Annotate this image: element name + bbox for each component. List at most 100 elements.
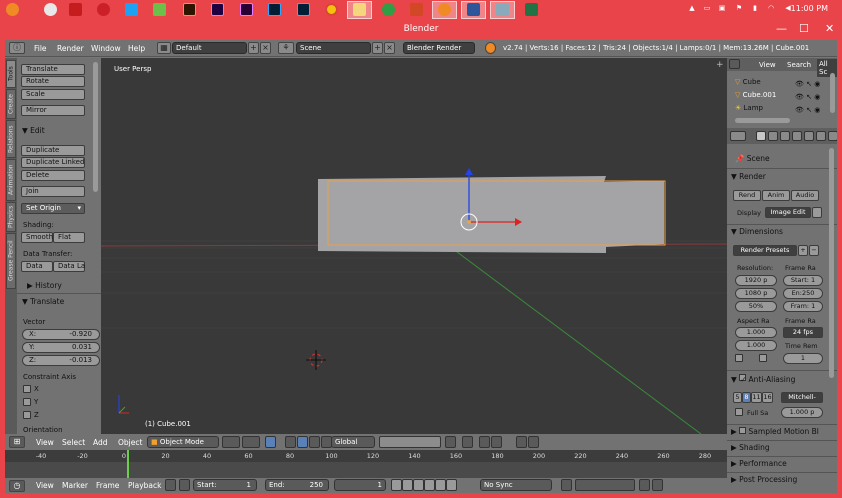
chrome-small-icon[interactable] xyxy=(44,3,57,16)
menu-select[interactable]: Select xyxy=(62,438,85,447)
start-frame-field[interactable]: Start: 1 xyxy=(193,479,257,491)
menu-view[interactable]: View xyxy=(36,438,54,447)
premiere-icon[interactable] xyxy=(240,3,253,16)
outliner-item-cube-001[interactable]: ▽ Cube.001 xyxy=(735,91,776,99)
tab-tools[interactable]: Tools xyxy=(6,60,16,88)
frame-step-field[interactable]: Fram: 1 xyxy=(783,301,823,312)
excel-icon[interactable] xyxy=(525,3,538,16)
photos-icon[interactable] xyxy=(496,3,509,16)
frame-rate-dropdown[interactable]: 24 fps xyxy=(783,327,823,338)
data-layout-button[interactable]: Data La xyxy=(53,261,85,272)
powerpoint-icon[interactable] xyxy=(410,3,423,16)
remove-preset-button[interactable]: − xyxy=(809,245,819,256)
translate-manipulator-icon[interactable] xyxy=(285,436,296,448)
manipulator-toggle-icon[interactable] xyxy=(265,436,276,448)
render-engine-dropdown[interactable]: Blender Render xyxy=(403,42,475,54)
menu-playback[interactable]: Playback xyxy=(128,481,161,490)
outliner-hscrollbar[interactable] xyxy=(735,118,790,123)
resolution-percentage-field[interactable]: 50% xyxy=(735,301,777,312)
border-checkbox[interactable] xyxy=(735,354,743,362)
lock-interface-icon[interactable] xyxy=(812,207,822,218)
minimize-button[interactable]: — xyxy=(776,22,787,35)
layers-grid-icon[interactable] xyxy=(379,436,441,448)
close-button[interactable]: ✕ xyxy=(825,22,834,35)
tab-relations[interactable]: Relations xyxy=(6,120,16,158)
proportional-edit-icon[interactable] xyxy=(462,436,473,448)
scene-icon[interactable]: ⚘ xyxy=(278,42,294,54)
jump-start-icon[interactable] xyxy=(391,479,402,491)
frame-end-field[interactable]: En:250 xyxy=(783,288,823,299)
crop-checkbox[interactable] xyxy=(759,354,767,362)
menu-help[interactable]: Help xyxy=(128,44,145,53)
add-layout-button[interactable]: + xyxy=(248,42,259,54)
vector-z-field[interactable]: Z: -0.013 xyxy=(22,355,100,366)
menu-file[interactable]: File xyxy=(34,44,47,53)
audio-button[interactable]: Audio xyxy=(791,190,819,201)
outliner-scrollbar[interactable] xyxy=(830,73,835,113)
jump-end-icon[interactable] xyxy=(446,479,457,491)
smooth-button[interactable]: Smooth xyxy=(21,232,53,243)
illustrator-icon[interactable] xyxy=(183,3,196,16)
3d-cursor[interactable] xyxy=(306,350,326,370)
animation-button[interactable]: Anim xyxy=(762,190,790,201)
aa-samples-5[interactable]: 5 xyxy=(733,392,742,403)
aspect-x-field[interactable]: 1.000 xyxy=(735,327,777,338)
aa-samples-16[interactable]: 16 xyxy=(762,392,773,403)
acrobat-icon[interactable] xyxy=(69,3,82,16)
orientation-dropdown[interactable]: Global xyxy=(331,436,375,448)
z-arrow-head[interactable] xyxy=(465,168,473,175)
full-sample-checkbox[interactable] xyxy=(735,408,743,416)
motion-blur-checkbox[interactable] xyxy=(739,427,747,434)
rotate-button[interactable]: Rotate xyxy=(21,76,85,87)
layout-icon[interactable]: ▦ xyxy=(157,42,171,54)
render-button[interactable]: Rend xyxy=(733,190,761,201)
layout-field[interactable]: Default xyxy=(172,42,247,54)
tab-grease-pencil[interactable]: Grease Pencil xyxy=(6,233,16,289)
set-origin-dropdown[interactable]: Set Origin ▾ xyxy=(21,203,85,214)
insert-keyframe-icon[interactable] xyxy=(639,479,650,491)
current-frame-field[interactable]: 1 xyxy=(334,479,386,491)
constraint-y-checkbox[interactable] xyxy=(23,398,31,406)
translate-button[interactable]: Translate xyxy=(21,64,85,75)
outliner-view-menu[interactable]: View xyxy=(759,61,776,69)
editor-type-properties-icon[interactable] xyxy=(730,131,746,141)
remove-scene-button[interactable]: × xyxy=(384,42,395,54)
tray-up-arrow-icon[interactable]: ▲ xyxy=(688,4,696,15)
maximize-button[interactable]: ☐ xyxy=(799,22,809,35)
duplicate-button[interactable]: Duplicate xyxy=(21,145,85,156)
menu-object[interactable]: Object xyxy=(118,438,142,447)
data-button[interactable]: Data xyxy=(21,261,53,272)
end-frame-field[interactable]: End: 250 xyxy=(265,479,329,491)
sampled-motion-blur-header[interactable]: ▶ Sampled Motion Bl xyxy=(731,427,819,436)
snap-icon[interactable] xyxy=(479,436,490,448)
blender-icon[interactable] xyxy=(6,3,19,16)
prev-keyframe-icon[interactable] xyxy=(402,479,413,491)
editor-type-timeline-icon[interactable]: ◷ xyxy=(9,480,25,492)
constraint-z-checkbox[interactable] xyxy=(23,411,31,419)
outliner-item-cube[interactable]: ▽ Cube xyxy=(735,78,761,86)
duplicate-linked-button[interactable]: Duplicate Linked xyxy=(21,157,85,168)
post-processing-panel-header[interactable]: ▶ Post Processing xyxy=(731,475,797,484)
modifiers-tab-icon[interactable] xyxy=(828,131,837,141)
history-panel-header[interactable]: ▶ History xyxy=(27,281,62,290)
play-reverse-icon[interactable] xyxy=(413,479,424,491)
timeline[interactable]: -40 -20 0 20 40 60 80 100 120 140 160 180 200 220 240 2… xyxy=(5,450,727,478)
menu-window[interactable]: Window xyxy=(91,44,121,53)
lock-range-icon[interactable] xyxy=(179,479,190,491)
play-icon[interactable] xyxy=(424,479,435,491)
frame-start-field[interactable]: Start: 1 xyxy=(783,275,823,286)
add-preset-button[interactable]: + xyxy=(798,245,808,256)
join-button[interactable]: Join xyxy=(21,186,85,197)
tab-animation[interactable]: Animation xyxy=(6,159,16,201)
aa-samples-8[interactable]: 8 xyxy=(742,392,751,403)
constraints-tab-icon[interactable] xyxy=(816,131,826,141)
twitter-icon[interactable] xyxy=(125,3,138,16)
layers-tab-icon[interactable] xyxy=(768,131,778,141)
visibility-eye-icons[interactable]: 👁 ↖ ◉ 👁 ↖ ◉ 👁 ↖ ◉ xyxy=(795,78,820,117)
camera-render-icon[interactable] xyxy=(528,436,539,448)
battery-icon[interactable]: ▮ xyxy=(750,4,760,15)
display-dropdown[interactable]: Image Edit xyxy=(765,207,811,218)
pinterest-icon[interactable] xyxy=(97,3,110,16)
shading-mode-icon[interactable] xyxy=(222,436,240,448)
menu-marker[interactable]: Marker xyxy=(62,481,88,490)
